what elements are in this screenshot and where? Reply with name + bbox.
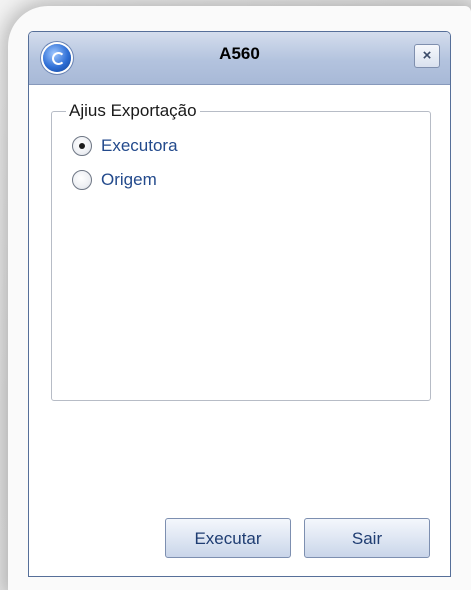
dialog-window: A560 × Ajius Exportação Executora Origem [28,31,451,577]
exit-button[interactable]: Sair [304,518,430,558]
window-title: A560 [219,44,260,63]
radio-checked-icon[interactable] [72,136,92,156]
radio-label-executora[interactable]: Executora [101,136,178,156]
close-button[interactable]: × [414,44,440,68]
close-icon: × [422,47,432,64]
radio-option-origem[interactable]: Origem [72,170,157,190]
radio-option-executora[interactable]: Executora [72,136,178,156]
screen: A560 × Ajius Exportação Executora Origem… [0,0,471,590]
group-legend: Ajius Exportação [66,101,200,121]
radio-label-origem[interactable]: Origem [101,170,157,190]
radio-unchecked-icon[interactable] [72,170,92,190]
execute-button[interactable]: Executar [165,518,291,558]
title-bar[interactable]: A560 × [29,32,450,85]
export-groupbox: Ajius Exportação Executora Origem [51,101,431,401]
